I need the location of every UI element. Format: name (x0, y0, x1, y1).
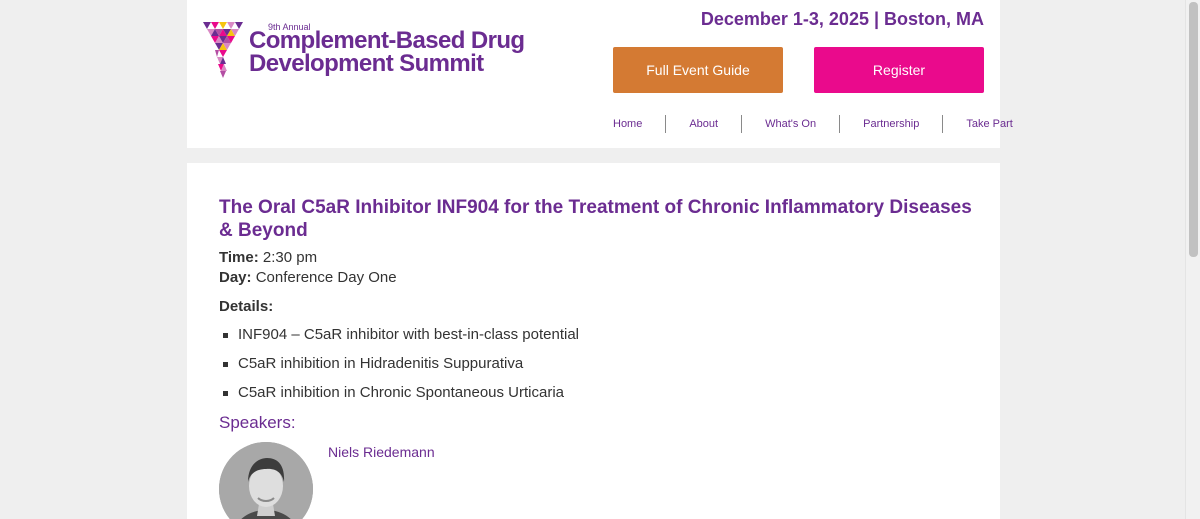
square-bullet-icon (223, 333, 228, 338)
speaker-name-link[interactable]: Niels Riedemann (328, 444, 435, 460)
session-content: The Oral C5aR Inhibitor INF904 for the T… (187, 163, 1000, 519)
summit-logo[interactable]: 9th Annual Complement-Based Drug Develop… (203, 20, 543, 80)
speakers-heading: Speakers: (219, 413, 296, 432)
site-header: 9th Annual Complement-Based Drug Develop… (187, 0, 1013, 148)
page-scrollbar[interactable] (1185, 0, 1200, 519)
full-event-guide-button[interactable]: Full Event Guide (613, 47, 783, 93)
session-day: Day: Conference Day One (219, 269, 397, 286)
session-time: Time: 2:30 pm (219, 249, 317, 266)
register-button[interactable]: Register (814, 47, 984, 93)
person-photo-icon (219, 442, 313, 519)
logo-title-line2: Development Summit (249, 50, 484, 77)
time-value: 2:30 pm (262, 249, 318, 266)
list-item: C5aR inhibition in Chronic Spontaneous U… (223, 383, 579, 412)
nav-whats-on[interactable]: What's On (741, 115, 839, 133)
nav-about[interactable]: About (665, 115, 741, 133)
nav-take-part[interactable]: Take Part (942, 115, 1028, 133)
session-title: The Oral C5aR Inhibitor INF904 for the T… (219, 197, 972, 241)
main-nav: Home About What's On Partnership Take Pa… (597, 114, 1013, 134)
detail-text: C5aR inhibition in Chronic Spontaneous U… (238, 384, 565, 401)
logo-title: Complement-Based Drug Development Summit (249, 27, 525, 77)
day-label: Day: (219, 269, 252, 286)
list-item: C5aR inhibition in Hidradenitis Suppurat… (223, 354, 579, 383)
square-bullet-icon (223, 362, 228, 367)
scrollbar-thumb[interactable] (1189, 2, 1198, 257)
nav-home[interactable]: Home (597, 115, 665, 133)
detail-text: INF904 – C5aR inhibitor with best-in-cla… (238, 326, 579, 343)
square-bullet-icon (223, 391, 228, 396)
nav-partnership[interactable]: Partnership (839, 115, 942, 133)
details-list: INF904 – C5aR inhibitor with best-in-cla… (223, 325, 579, 412)
triangle-mosaic-icon (203, 22, 243, 78)
logo-title-line1: Complement-Based Drug (249, 27, 525, 54)
time-label: Time: (219, 249, 259, 266)
event-date-location: December 1-3, 2025 | Boston, MA (700, 9, 984, 29)
speaker-avatar[interactable] (219, 442, 313, 519)
details-label: Details: (219, 298, 274, 315)
detail-text: C5aR inhibition in Hidradenitis Suppurat… (238, 355, 524, 372)
list-item: INF904 – C5aR inhibitor with best-in-cla… (223, 325, 579, 354)
day-value: Conference Day One (255, 269, 397, 286)
